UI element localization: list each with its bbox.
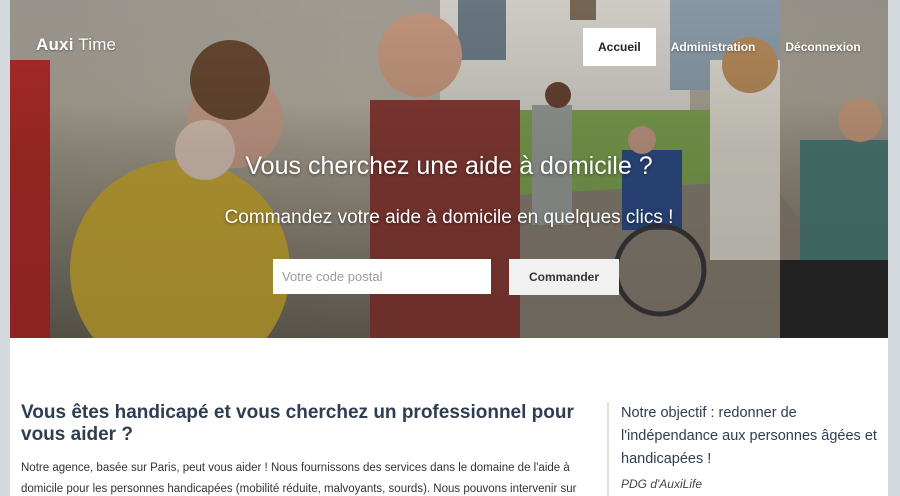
nav-item-administration[interactable]: Administration [656, 28, 771, 66]
main-column: Vous êtes handicapé et vous cherchez un … [21, 402, 581, 496]
brand-name-light: Time [78, 35, 117, 54]
quote-text: Notre objectif : redonner de l'indépenda… [621, 405, 877, 467]
page: Auxi Time Accueil Administration Déconne… [10, 0, 888, 496]
postal-code-input[interactable] [273, 259, 491, 294]
quote-author: PDG d'AuxiLife [621, 477, 702, 491]
main-nav: Accueil Administration Déconnexion [583, 28, 876, 66]
brand-logo[interactable]: Auxi Time [36, 35, 116, 55]
main-text: Notre agence, basée sur Paris, peut vous… [21, 462, 577, 495]
main-title: Vous êtes handicapé et vous cherchez un … [21, 402, 574, 445]
quote-aside: Notre objectif : redonner de l'indépenda… [607, 402, 881, 496]
order-button[interactable]: Commander [509, 259, 619, 295]
hero-title: Vous cherchez une aide à domicile ? [245, 152, 653, 180]
hero-subtitle: Commandez votre aide à domicile en quelq… [224, 207, 674, 228]
nav-item-accueil[interactable]: Accueil [583, 28, 656, 66]
content-section: Vous êtes handicapé et vous cherchez un … [10, 338, 888, 496]
hero-banner: Auxi Time Accueil Administration Déconne… [10, 0, 888, 338]
nav-item-deconnexion[interactable]: Déconnexion [770, 28, 875, 66]
brand-name-bold: Auxi [36, 35, 74, 54]
